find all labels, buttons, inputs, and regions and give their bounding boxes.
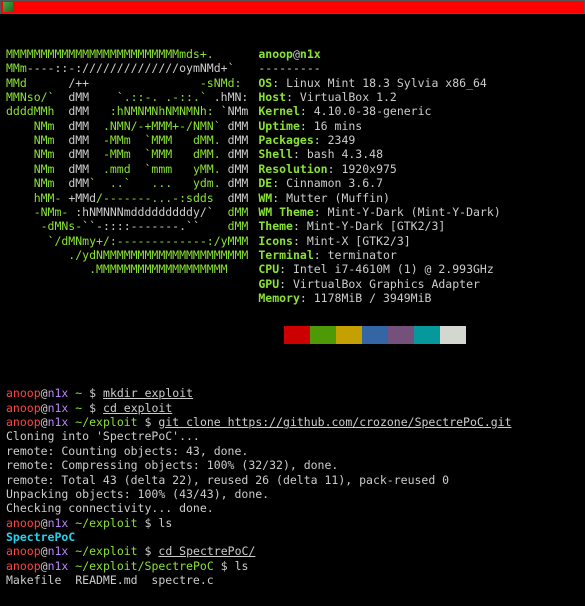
info-row: Shell: bash 4.3.48: [258, 147, 500, 161]
swatch: [310, 326, 336, 344]
info-label: Packages: [258, 133, 313, 147]
info-label: GPU: [258, 277, 279, 291]
info-value: : 1920x975: [328, 162, 397, 176]
prompt-line: anoop@n1x ~/exploit $ ls: [6, 516, 579, 530]
info-value: : 2349: [314, 133, 356, 147]
info-value: : 16 mins: [300, 119, 362, 133]
swatch: [362, 326, 388, 344]
prompt-line: anoop@n1x ~/exploit $ cd SpectrePoC/: [6, 544, 579, 558]
info-row: Theme: Mint-Y-Dark [GTK2/3]: [258, 219, 500, 233]
info-row: OS: Linux Mint 18.3 Sylvia x86_64: [258, 76, 500, 90]
info-label: Terminal: [258, 248, 313, 262]
prompt-line: anoop@n1x ~/exploit/SpectrePoC $ ls: [6, 559, 579, 573]
info-row: Resolution: 1920x975: [258, 162, 500, 176]
info-value: : VirtualBox Graphics Adapter: [279, 277, 480, 291]
terminal-viewport[interactable]: MMMMMMMMMMMMMMMMMMMMMMMMMmds+.MMm----::-…: [0, 14, 585, 606]
info-value: : Cinnamon 3.6.7: [272, 176, 383, 190]
output-line: Cloning into 'SpectrePoC'...: [6, 429, 579, 443]
swatch: [258, 326, 284, 344]
info-label: Icons: [258, 234, 293, 248]
info-label: Kernel: [258, 104, 300, 118]
info-value: : Mint-X [GTK2/3]: [293, 234, 411, 248]
info-value: : Linux Mint 18.3 Sylvia x86_64: [272, 76, 487, 90]
color-swatches: [258, 326, 500, 344]
output-dir: SpectrePoC: [6, 530, 579, 544]
info-row: Memory: 1178MiB / 3949MiB: [258, 291, 500, 305]
info-value: : Mint-Y-Dark (Mint-Y-Dark): [314, 205, 501, 219]
info-value: : 4.10.0-38-generic: [300, 104, 432, 118]
swatch: [388, 326, 414, 344]
info-label: Host: [258, 90, 286, 104]
output-line: Checking connectivity... done.: [6, 501, 579, 515]
output-line: Makefile README.md spectre.c: [6, 573, 579, 587]
info-row: Kernel: 4.10.0-38-generic: [258, 104, 500, 118]
info-value: : terminator: [314, 248, 397, 262]
command-history: anoop@n1x ~ $ mkdir exploitanoop@n1x ~ $…: [6, 386, 579, 587]
info-label: OS: [258, 76, 272, 90]
command-text: ls: [158, 516, 172, 530]
output-line: remote: Compressing objects: 100% (32/32…: [6, 458, 579, 472]
mint-icon: [3, 2, 13, 12]
info-value: : Mint-Y-Dark [GTK2/3]: [293, 219, 445, 233]
info-label: CPU: [258, 262, 279, 276]
info-row: Icons: Mint-X [GTK2/3]: [258, 234, 500, 248]
info-label: Shell: [258, 147, 293, 161]
info-label: DE: [258, 176, 272, 190]
info-row: WM: Mutter (Muffin): [258, 191, 500, 205]
output-line: remote: Total 43 (delta 22), reused 26 (…: [6, 473, 579, 487]
info-row: GPU: VirtualBox Graphics Adapter: [258, 277, 500, 291]
info-label: Resolution: [258, 162, 327, 176]
command-text: mkdir exploit: [103, 386, 193, 400]
info-row: Uptime: 16 mins: [258, 119, 500, 133]
swatch: [284, 326, 310, 344]
output-line: remote: Counting objects: 43, done.: [6, 444, 579, 458]
info-row: WM Theme: Mint-Y-Dark (Mint-Y-Dark): [258, 205, 500, 219]
info-row: Terminal: terminator: [258, 248, 500, 262]
swatch: [440, 326, 466, 344]
info-label: Memory: [258, 291, 300, 305]
command-text: cd exploit: [103, 401, 172, 415]
info-row: CPU: Intel i7-4610M (1) @ 2.993GHz: [258, 262, 500, 276]
neofetch-ascii: MMMMMMMMMMMMMMMMMMMMMMMMMmds+.MMm----::-…: [6, 47, 248, 344]
info-value: : VirtualBox 1.2: [286, 90, 397, 104]
info-userhost: anoop@n1x: [258, 47, 500, 61]
info-label: Theme: [258, 219, 293, 233]
info-label: WM: [258, 191, 272, 205]
command-text: ls: [235, 559, 249, 573]
info-row: Packages: 2349: [258, 133, 500, 147]
command-text: git clone https://github.com/crozone/Spe…: [158, 415, 511, 429]
window-titlebar[interactable]: [0, 0, 585, 14]
info-value: : bash 4.3.48: [293, 147, 383, 161]
swatch: [414, 326, 440, 344]
swatch: [336, 326, 362, 344]
command-text: cd SpectrePoC/: [158, 544, 255, 558]
prompt-line: anoop@n1x ~ $ mkdir exploit: [6, 386, 579, 400]
neofetch-info: anoop@n1x---------OS: Linux Mint 18.3 Sy…: [258, 47, 500, 344]
output-line: Unpacking objects: 100% (43/43), done.: [6, 487, 579, 501]
info-value: : Intel i7-4610M (1) @ 2.993GHz: [279, 262, 494, 276]
prompt-line: anoop@n1x ~ $ cd exploit: [6, 401, 579, 415]
info-separator: ---------: [258, 61, 500, 75]
info-row: DE: Cinnamon 3.6.7: [258, 176, 500, 190]
prompt-line: anoop@n1x ~/exploit $ git clone https://…: [6, 415, 579, 429]
info-label: WM Theme: [258, 205, 313, 219]
info-label: Uptime: [258, 119, 300, 133]
info-value: : Mutter (Muffin): [272, 191, 390, 205]
info-row: Host: VirtualBox 1.2: [258, 90, 500, 104]
info-value: : 1178MiB / 3949MiB: [300, 291, 432, 305]
